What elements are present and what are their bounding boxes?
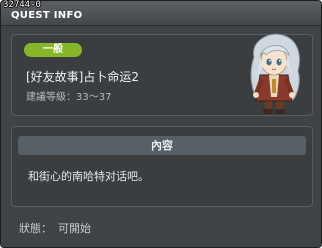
window-title: QUEST INFO (11, 10, 83, 21)
recommended-level: 建議等級：33～37 (26, 92, 111, 104)
quest-summary-panel: 一般 [好友故事]占卜命运2 建議等級：33～37 (11, 33, 313, 116)
status-label: 狀態： (19, 222, 52, 235)
quest-info-window: 32744-0 QUEST INFO 一般 [好友故事]占卜命运2 建議等級：3… (0, 0, 322, 248)
quest-status: 狀態： 可開始 (19, 222, 97, 236)
content-description: 和街心的南哈特对话吧。 (28, 170, 149, 183)
category-badge: 一般 (24, 43, 82, 57)
status-value: 可開始 (58, 222, 91, 235)
quest-id: 32744-0 (3, 0, 41, 10)
quest-name: [好友故事]占卜命运2 (26, 70, 139, 84)
npc-portrait-icon (250, 33, 300, 114)
level-label: 建議等級： (26, 92, 76, 103)
quest-content-panel: 內容 和街心的南哈特对话吧。 (11, 126, 313, 207)
title-bar[interactable]: 32744-0 QUEST INFO (1, 0, 321, 26)
level-range: 33～37 (76, 92, 112, 103)
content-header: 內容 (18, 136, 306, 155)
